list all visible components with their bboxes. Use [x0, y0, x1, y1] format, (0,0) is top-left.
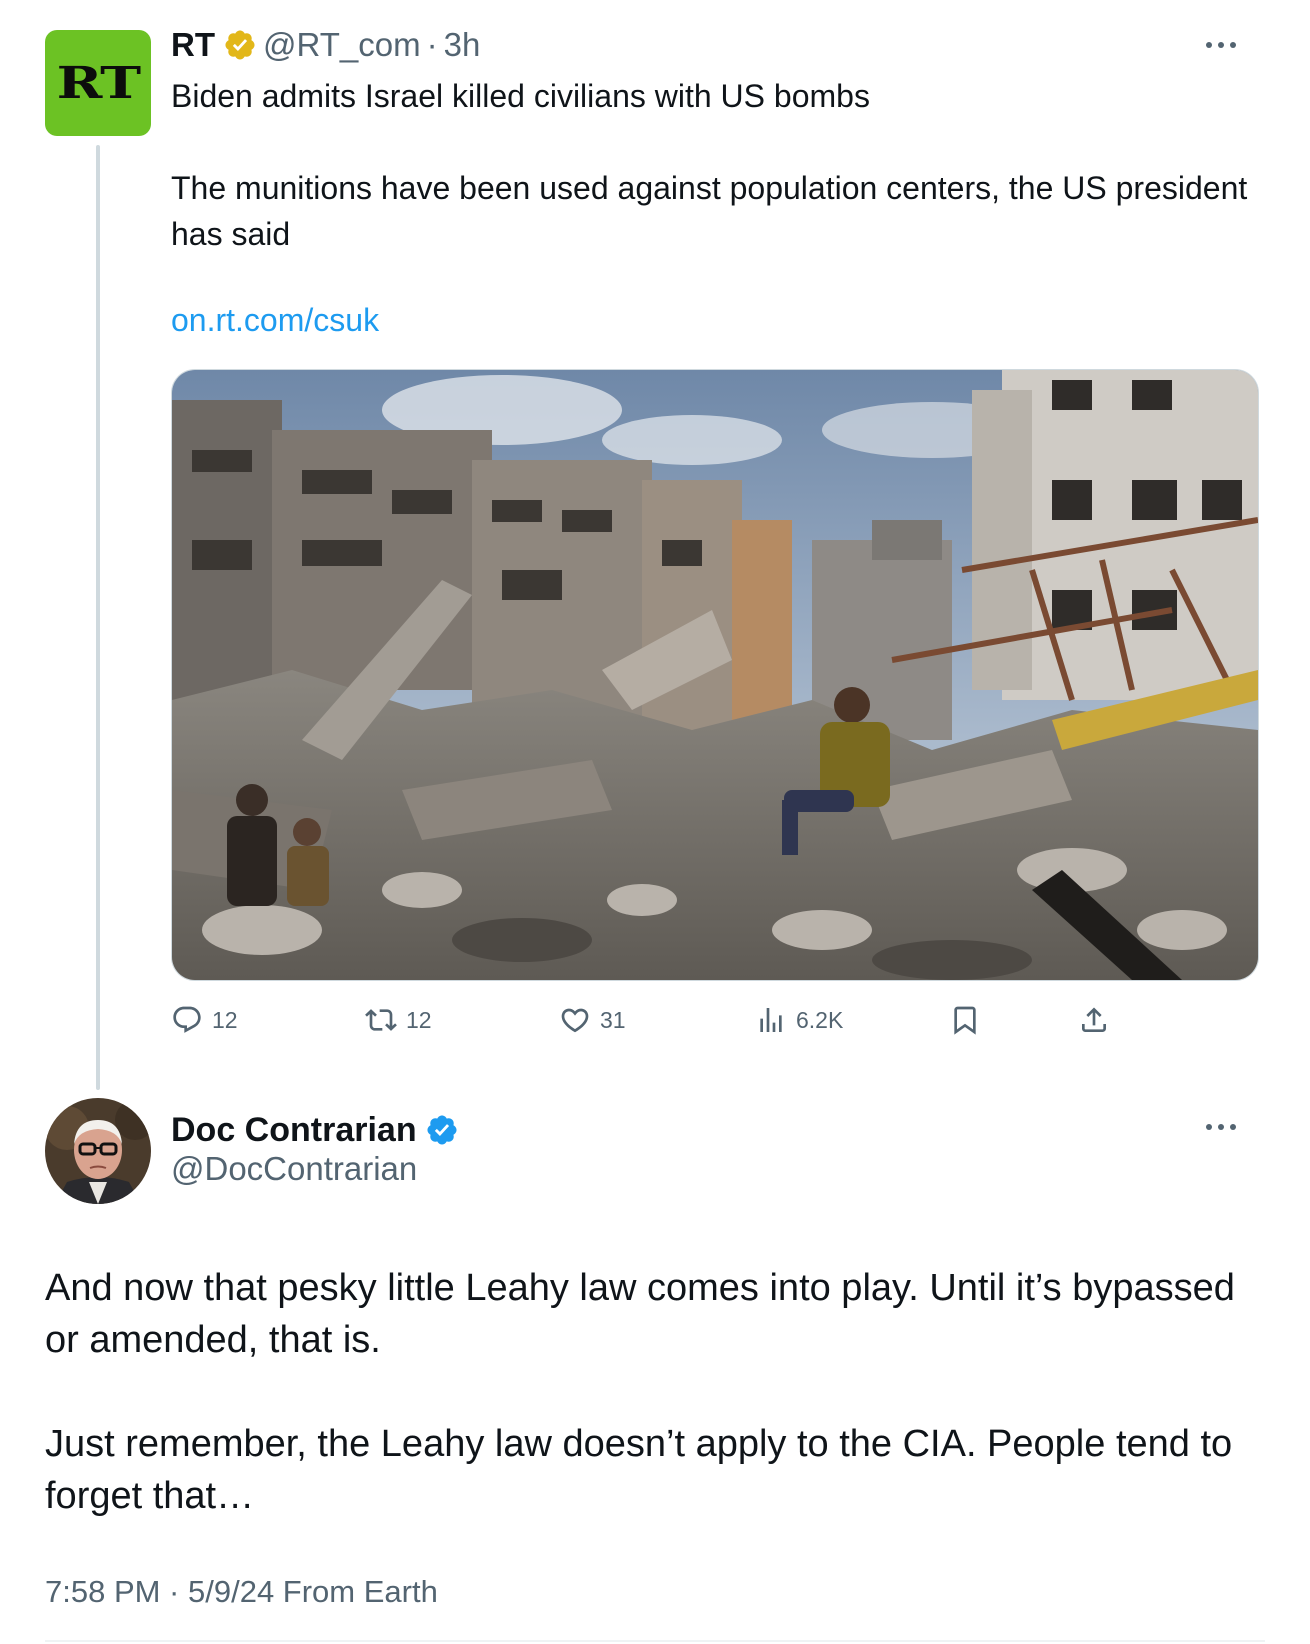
- bookmark-button[interactable]: [949, 1000, 981, 1040]
- reply-author-name[interactable]: Doc Contrarian: [171, 1111, 417, 1150]
- parent-body: The munitions have been used against pop…: [171, 170, 1248, 252]
- rt-avatar-logo: RT: [56, 57, 140, 109]
- repost-count: 12: [406, 1006, 432, 1033]
- share-button[interactable]: [1078, 1000, 1110, 1040]
- reply-handle[interactable]: @DocContrarian: [171, 1150, 417, 1188]
- like-button[interactable]: 31: [559, 1000, 626, 1040]
- reply-author-row: Doc Contrarian: [171, 1106, 459, 1154]
- reply-button[interactable]: 12: [171, 1000, 238, 1040]
- share-icon: [1082, 1007, 1106, 1032]
- views-count: 6.2K: [796, 1006, 844, 1033]
- doc-avatar-portrait: [45, 1098, 151, 1204]
- like-count: 31: [600, 1006, 626, 1033]
- reply-tweet-text: And now that pesky little Leahy law come…: [45, 1262, 1275, 1522]
- thread-line: [96, 145, 100, 1090]
- rubble-photo-illustration: [172, 370, 1258, 980]
- parent-headline: Biden admits Israel killed civilians wit…: [171, 78, 870, 114]
- reply-paragraph-1: And now that pesky little Leahy law come…: [45, 1267, 1235, 1361]
- views-icon: [760, 1008, 782, 1032]
- like-icon: [561, 1008, 589, 1033]
- views-button[interactable]: 6.2K: [755, 1000, 843, 1040]
- blue-verified-icon: [427, 1115, 457, 1145]
- parent-link[interactable]: on.rt.com/csuk: [171, 302, 379, 339]
- reply-paragraph-2: Just remember, the Leahy law doesn’t app…: [45, 1423, 1233, 1517]
- parent-author-name[interactable]: RT: [171, 26, 215, 64]
- repost-button[interactable]: 12: [365, 1000, 432, 1040]
- gold-verified-icon: [225, 30, 255, 60]
- parent-handle[interactable]: @RT_com: [263, 26, 421, 64]
- parent-tweet-text: Biden admits Israel killed civilians wit…: [171, 73, 1271, 257]
- parent-tweet-header: RT @RT_com · 3h: [171, 22, 480, 68]
- reply-icon: [173, 1006, 201, 1033]
- more-icon[interactable]: [1206, 1122, 1236, 1132]
- parent-media-photo[interactable]: [171, 369, 1259, 981]
- bookmark-icon: [954, 1006, 976, 1035]
- header-separator: ·: [426, 26, 438, 63]
- reply-timestamp[interactable]: 7:58 PM · 5/9/24 From Earth: [45, 1574, 438, 1610]
- parent-timestamp[interactable]: 3h: [444, 26, 481, 64]
- reply-count: 12: [212, 1006, 238, 1033]
- parent-action-bar: 12 12 31 6.2K: [171, 1000, 1171, 1040]
- more-icon[interactable]: [1206, 40, 1236, 50]
- rt-avatar[interactable]: RT: [45, 30, 151, 136]
- divider: [45, 1640, 1265, 1642]
- repost-icon: [365, 1009, 397, 1031]
- doc-avatar[interactable]: [45, 1098, 151, 1204]
